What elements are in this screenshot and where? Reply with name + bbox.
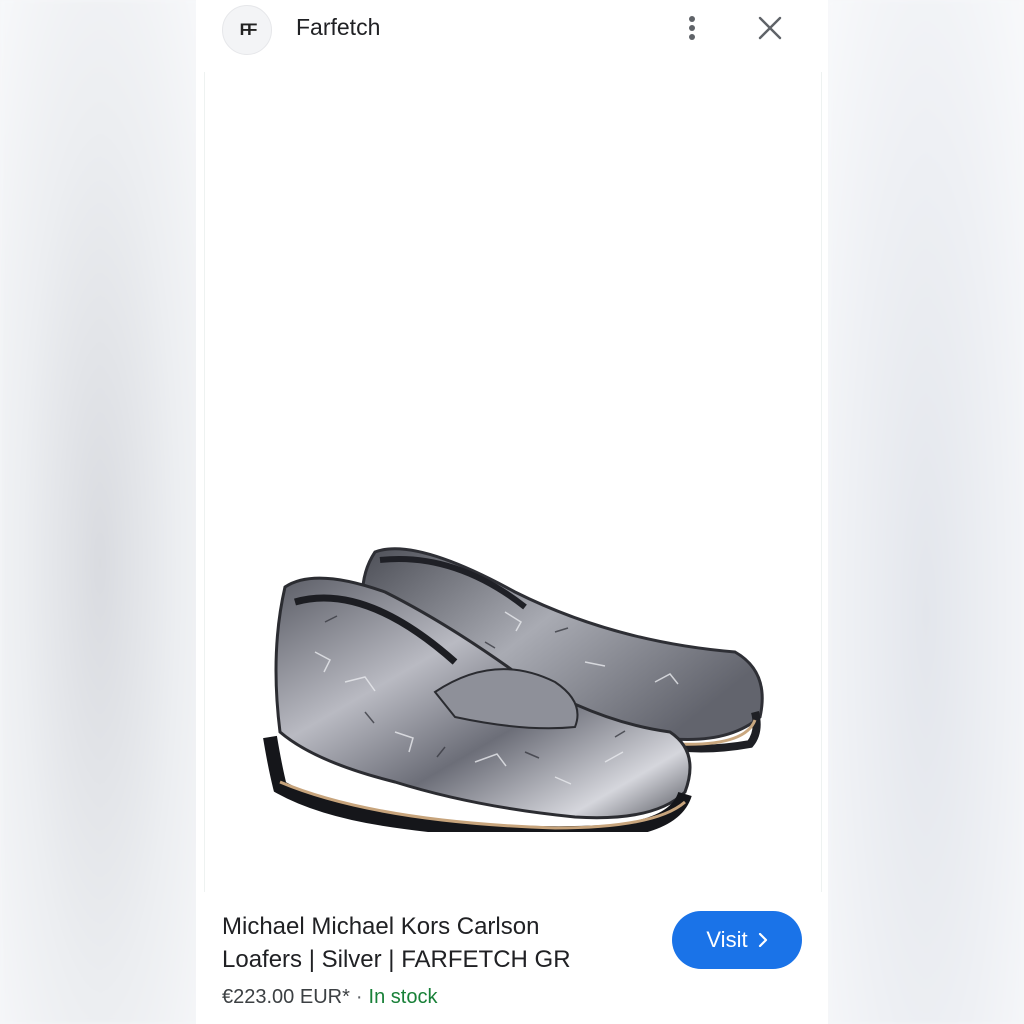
product-image: [263, 547, 764, 832]
visit-button[interactable]: Visit: [672, 911, 802, 969]
more-vert-icon: [689, 16, 695, 40]
product-image-area[interactable]: [204, 72, 822, 892]
source-header: FF Farfetch: [196, 0, 828, 70]
product-card: FF Farfetch Michael Michael Kors Carlson…: [196, 0, 828, 1024]
visit-label: Visit: [706, 927, 748, 952]
stock-status: In stock: [368, 986, 438, 1008]
close-icon: [758, 16, 782, 40]
chevron-right-icon: [758, 933, 768, 947]
more-options-button[interactable]: [678, 10, 706, 46]
separator-dot: ·: [355, 986, 363, 1008]
farfetch-logo: FF: [222, 5, 272, 55]
price-row: €223.00 EUR* · In stock: [222, 986, 437, 1009]
close-button[interactable]: [752, 10, 788, 46]
product-title[interactable]: Michael Michael Kors Carlson Loafers | S…: [222, 910, 622, 976]
blurred-background-right: [828, 0, 1024, 1024]
product-price: €223.00 EUR*: [222, 986, 350, 1008]
site-name: Farfetch: [296, 14, 381, 40]
logo-text: FF: [239, 20, 258, 39]
blurred-background-left: [0, 0, 200, 1024]
